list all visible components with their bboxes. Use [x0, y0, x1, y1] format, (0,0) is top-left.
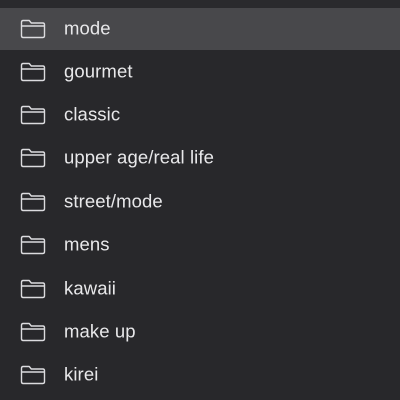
- folder-icon: [20, 279, 46, 298]
- folder-label: street/mode: [64, 190, 163, 212]
- top-strip: [0, 0, 400, 8]
- folder-icon: [20, 322, 46, 342]
- folder-label: kawaii: [64, 277, 117, 299]
- folder-label: make up: [64, 320, 136, 342]
- folder-label: upper age/real life: [64, 147, 214, 169]
- folder-item-kawaii[interactable]: kawaii: [0, 267, 400, 310]
- folder-icon: [20, 105, 46, 125]
- folder-label: kirei: [64, 363, 99, 385]
- folder-icon: [20, 149, 46, 168]
- folder-icon: [20, 62, 46, 81]
- folder-label: mens: [64, 233, 110, 255]
- folder-icon: [20, 236, 46, 255]
- folder-item-make-up[interactable]: make up: [0, 310, 400, 353]
- folder-label: mode: [64, 17, 111, 39]
- folder-list-panel: mode gourmet classic upper age/real life str…: [0, 0, 400, 400]
- folder-item-kirei[interactable]: kirei: [0, 354, 400, 397]
- folder-icon: [20, 192, 46, 212]
- folder-item-gourmet[interactable]: gourmet: [0, 50, 400, 93]
- folder-icon: [20, 19, 46, 39]
- folder-item-street-mode[interactable]: street/mode: [0, 180, 400, 223]
- folder-item-mens[interactable]: mens: [0, 224, 400, 267]
- folder-label: classic: [64, 103, 121, 125]
- folder-label: gourmet: [64, 60, 133, 82]
- folder-icon: [20, 366, 46, 385]
- folder-item-upper-age-real-life[interactable]: upper age/real life: [0, 137, 400, 180]
- folder-item-mode[interactable]: mode: [0, 8, 400, 50]
- folder-list: mode gourmet classic upper age/real life str…: [0, 8, 400, 397]
- folder-item-classic[interactable]: classic: [0, 93, 400, 136]
